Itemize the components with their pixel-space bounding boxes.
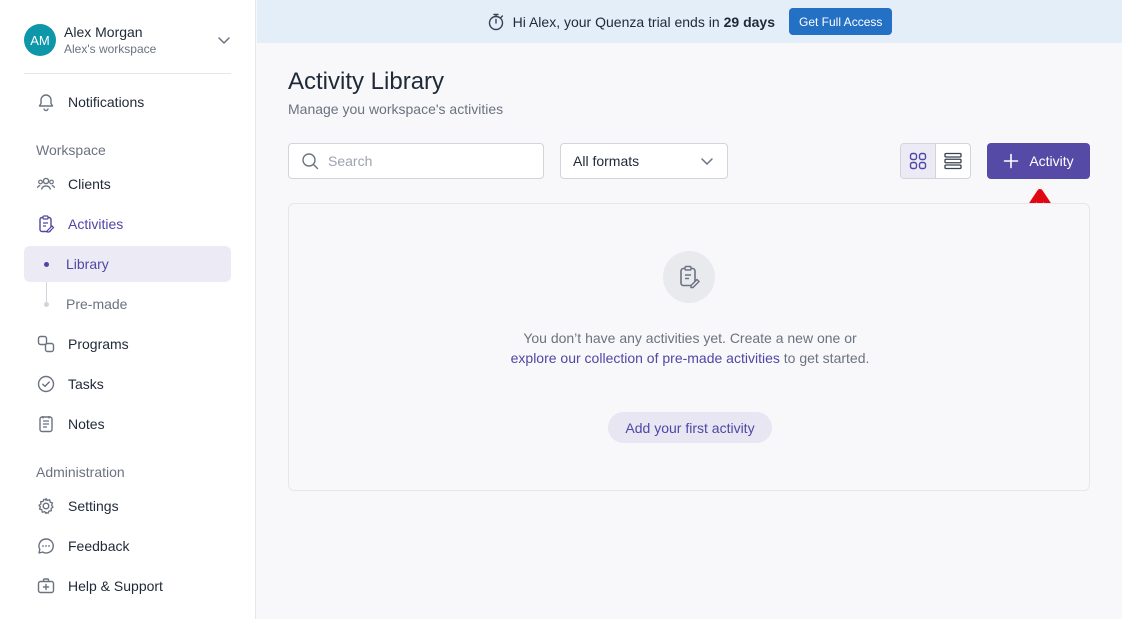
sidebar-item-tasks[interactable]: Tasks — [24, 366, 231, 402]
sidebar-item-premade[interactable]: Pre-made — [24, 286, 231, 322]
chevron-down-icon[interactable] — [216, 32, 232, 48]
sidebar: AM Alex Morgan Alex's workspace Notifica… — [0, 0, 256, 619]
sidebar-item-label: Help & Support — [68, 578, 163, 594]
sidebar-item-label: Tasks — [68, 376, 104, 392]
user-name: Alex Morgan — [64, 24, 143, 40]
sidebar-item-label: Activities — [68, 216, 124, 232]
get-full-access-button[interactable]: Get Full Access — [789, 8, 893, 35]
sidebar-item-label: Programs — [68, 336, 129, 352]
chat-icon — [38, 538, 54, 554]
sidebar-item-activities[interactable]: Activities — [24, 206, 231, 242]
divider — [24, 73, 231, 74]
bullet-dot — [44, 301, 49, 307]
trial-banner: Hi Alex, your Quenza trial ends in 29 da… — [257, 0, 1122, 43]
sidebar-item-programs[interactable]: Programs — [24, 326, 231, 362]
view-toggle — [900, 143, 971, 179]
sidebar-item-library[interactable]: Library — [24, 246, 231, 282]
empty-text-part-2: to get started. — [783, 350, 870, 366]
users-icon — [36, 177, 56, 190]
grid-view-button[interactable] — [901, 144, 936, 178]
stopwatch-icon — [488, 13, 503, 30]
avatar: AM — [24, 24, 56, 56]
sidebar-item-notes[interactable]: Notes — [24, 406, 231, 442]
empty-state-panel: You don’t have any activities yet. Creat… — [288, 203, 1090, 491]
sidebar-item-feedback[interactable]: Feedback — [24, 528, 231, 564]
banner-days: 29 days — [723, 13, 775, 30]
clipboard-edit-icon — [39, 215, 55, 233]
sidebar-item-label: Feedback — [68, 538, 130, 554]
user-workspace: Alex's workspace — [64, 42, 157, 56]
workspace-switcher[interactable]: AM Alex Morgan Alex's workspace — [24, 20, 232, 60]
search-input[interactable] — [328, 153, 528, 169]
sidebar-item-label: Clients — [68, 176, 111, 192]
sidebar-item-label: Pre-made — [66, 296, 128, 312]
user-info: Alex Morgan Alex's workspace — [64, 23, 216, 57]
section-label-workspace: Workspace — [36, 142, 106, 158]
sidebar-item-help[interactable]: Help & Support — [24, 568, 231, 604]
sidebar-item-label: Settings — [68, 498, 119, 514]
banner-text: Hi Alex, your Quenza trial ends in — [512, 13, 720, 30]
chevron-down-icon — [701, 158, 713, 165]
format-select-value: All formats — [573, 153, 640, 169]
first-aid-kit-icon — [37, 578, 55, 594]
format-select[interactable]: All formats — [560, 143, 728, 179]
bullet-dot — [44, 261, 49, 267]
sidebar-item-label: Notes — [68, 416, 105, 432]
list-view-button[interactable] — [936, 144, 971, 178]
clipboard-edit-icon — [680, 265, 700, 289]
empty-state-icon-circle — [663, 251, 715, 303]
page-subtitle: Manage you workspace's activities — [288, 101, 504, 117]
grid-icon — [909, 152, 926, 170]
add-first-activity-button[interactable]: Add your first activity — [608, 412, 772, 443]
empty-state-message: You don’t have any activities yet. Creat… — [501, 328, 879, 368]
add-activity-button[interactable]: Activity — [987, 143, 1090, 179]
section-label-administration: Administration — [36, 464, 125, 480]
list-icon — [944, 152, 962, 170]
premade-collection-link[interactable]: explore our collection of pre-made activ… — [511, 350, 780, 366]
sidebar-item-notifications[interactable]: Notifications — [24, 84, 231, 120]
sidebar-item-label: Notifications — [68, 94, 145, 110]
note-icon — [39, 416, 53, 433]
search-box[interactable] — [288, 143, 544, 179]
sidebar-item-settings[interactable]: Settings — [24, 488, 231, 524]
gear-icon — [38, 497, 54, 515]
bell-icon — [38, 94, 54, 112]
sidebar-item-label: Library — [66, 256, 109, 272]
page-title: Activity Library — [288, 68, 445, 95]
check-circle-icon — [37, 375, 55, 393]
plus-icon — [1004, 153, 1019, 169]
search-icon — [302, 153, 319, 170]
empty-text-part-1: You don’t have any activities yet. Creat… — [523, 330, 857, 346]
programs-icon — [37, 335, 55, 353]
sidebar-item-clients[interactable]: Clients — [24, 166, 231, 202]
add-activity-label: Activity — [1029, 153, 1074, 169]
